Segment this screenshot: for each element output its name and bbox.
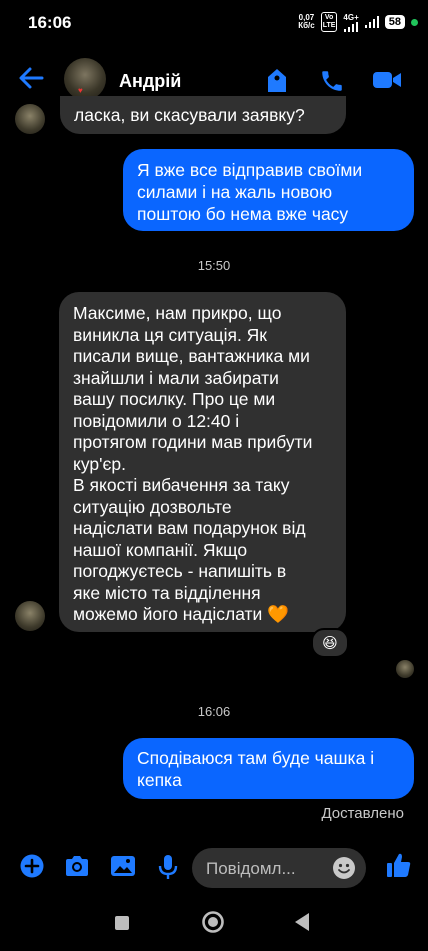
phone-icon xyxy=(322,71,342,91)
sender-avatar[interactable] xyxy=(15,104,45,134)
mark-button[interactable] xyxy=(266,68,288,99)
circle-icon xyxy=(202,911,224,933)
like-button[interactable] xyxy=(386,851,412,884)
arrow-left-icon xyxy=(19,67,44,89)
volte-icon: Vo LTE xyxy=(320,12,338,32)
network-speed: 0,07 Кб/с xyxy=(298,13,315,30)
read-receipt-avatar xyxy=(396,660,414,678)
status-time: 16:06 xyxy=(28,13,72,32)
camera-icon xyxy=(66,856,88,876)
tag-icon xyxy=(268,69,286,92)
message-composer: Повідомл... xyxy=(0,840,428,896)
delivery-status: Доставлено xyxy=(321,805,404,822)
system-navigation-bar xyxy=(0,900,428,951)
image-icon xyxy=(111,856,135,876)
back-button[interactable] xyxy=(18,66,44,95)
smiley-icon xyxy=(333,857,355,879)
sender-avatar[interactable] xyxy=(15,601,45,631)
timestamp: 15:50 xyxy=(197,258,231,273)
thumbs-up-icon xyxy=(387,853,411,877)
timestamp: 16:06 xyxy=(197,704,231,719)
microphone-icon xyxy=(158,855,178,879)
contact-name[interactable]: Андрій xyxy=(119,71,181,92)
contact-avatar[interactable]: ♥ xyxy=(64,58,106,100)
camera-button[interactable] xyxy=(64,854,90,883)
avatar-heart-mark: ♥ xyxy=(78,86,83,95)
message-text: ласка, ви скасували заявку? xyxy=(74,105,305,125)
message-bubble-incoming[interactable]: ласка, ви скасували заявку? xyxy=(60,96,346,134)
status-bar: 16:06 0,07 Кб/с Vo LTE 4G+ 58 xyxy=(0,0,428,46)
home-button[interactable] xyxy=(201,910,225,939)
back-nav-button[interactable] xyxy=(293,912,311,937)
signal-bars-icon xyxy=(364,16,379,28)
message-input[interactable]: Повідомл... xyxy=(192,848,366,888)
message-text: Я вже все відправив своїми силами і на ж… xyxy=(137,160,363,224)
battery-indicator: 58 xyxy=(384,15,405,29)
message-bubble-outgoing[interactable]: Сподіваюся там буде чашка і кепка xyxy=(123,738,414,799)
laughing-emoji-icon: 😆 xyxy=(322,635,338,652)
message-input-placeholder: Повідомл... xyxy=(206,859,296,878)
gallery-button[interactable] xyxy=(110,854,136,883)
message-text: Сподіваюся там буде чашка і кепка xyxy=(137,748,375,790)
status-indicators: 0,07 Кб/с Vo LTE 4G+ 58 xyxy=(298,12,418,32)
message-bubble-incoming[interactable]: Максиме, нам прикро, що виникла ця ситуа… xyxy=(59,292,346,632)
triangle-left-icon xyxy=(295,913,309,931)
emoji-button[interactable] xyxy=(332,856,356,885)
square-icon xyxy=(115,916,129,930)
message-bubble-outgoing[interactable]: Я вже все відправив своїми силами і на ж… xyxy=(123,149,414,231)
video-camera-icon xyxy=(373,72,401,88)
signal-icon: 4G+ xyxy=(343,13,359,32)
voice-call-button[interactable] xyxy=(319,68,345,99)
message-text: Максиме, нам прикро, що виникла ця ситуа… xyxy=(73,303,313,624)
privacy-dot xyxy=(411,18,418,26)
voice-message-button[interactable] xyxy=(158,854,178,885)
video-call-button[interactable] xyxy=(372,68,402,97)
message-reaction[interactable]: 😆 xyxy=(311,628,349,658)
plus-circle-icon xyxy=(20,854,44,878)
more-actions-button[interactable] xyxy=(20,854,44,883)
recents-button[interactable] xyxy=(114,915,130,936)
